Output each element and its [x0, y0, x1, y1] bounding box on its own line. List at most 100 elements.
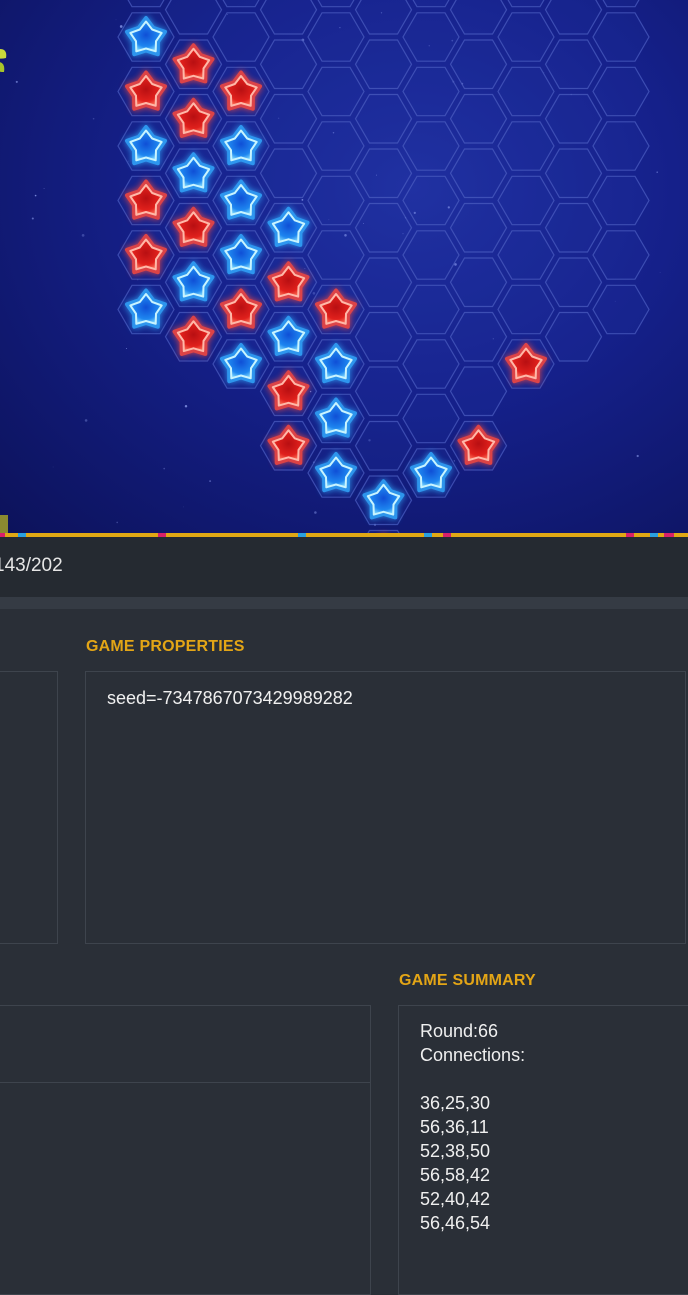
hex-cell[interactable]	[307, 66, 365, 117]
hex-grid	[15, 0, 661, 535]
hex-cell[interactable]	[402, 12, 460, 62]
connection-entry: 52,40,42	[420, 1189, 491, 1209]
hex-cell[interactable]	[403, 0, 459, 8]
hex-cell[interactable]	[354, 202, 413, 253]
sky-star	[119, 25, 123, 28]
hex-cell[interactable]	[544, 311, 603, 362]
hex-cell[interactable]	[592, 230, 650, 280]
hex-cell[interactable]	[449, 257, 508, 308]
hex-cell[interactable]	[354, 311, 413, 362]
sky-star	[163, 467, 166, 470]
connection-entry: 52,38,50	[420, 1141, 491, 1161]
hex-cell[interactable]	[307, 175, 365, 226]
hex-cell[interactable]	[354, 0, 413, 35]
sky-star	[52, 466, 54, 468]
hex-cell[interactable]	[354, 366, 413, 417]
hex-cell[interactable]	[259, 148, 318, 199]
left-panel	[0, 671, 58, 944]
round-value: Round:66	[420, 1021, 499, 1041]
hex-cell[interactable]	[259, 93, 318, 144]
panel-divider	[0, 1082, 370, 1083]
hex-cell[interactable]	[402, 393, 460, 444]
hex-cell[interactable]	[402, 339, 460, 389]
hex-cell[interactable]	[544, 39, 603, 90]
sky-star	[115, 19, 117, 21]
hex-cell[interactable]	[354, 39, 413, 90]
hex-cell[interactable]	[544, 202, 603, 253]
hex-cell[interactable]	[449, 202, 508, 253]
hex-cell[interactable]	[497, 175, 555, 226]
hex-cell[interactable]	[497, 284, 555, 335]
hex-cell[interactable]	[592, 175, 650, 226]
hex-cell[interactable]	[354, 257, 413, 308]
hex-cell[interactable]	[308, 0, 364, 8]
hex-cell[interactable]	[544, 257, 603, 308]
hex-cell[interactable]	[497, 12, 555, 62]
hex-cell[interactable]	[592, 66, 650, 117]
hex-cell[interactable]	[544, 148, 603, 199]
hex-cell[interactable]	[544, 93, 603, 144]
hex-cell[interactable]	[259, 39, 318, 90]
hex-cell[interactable]	[592, 121, 650, 171]
hex-cell[interactable]	[593, 0, 649, 8]
sky-star	[31, 217, 34, 220]
hex-cell[interactable]	[497, 66, 555, 117]
sky-star	[125, 347, 128, 350]
hex-cell[interactable]	[354, 148, 413, 199]
sky-star	[636, 454, 639, 458]
hex-cell[interactable]	[118, 0, 174, 8]
hex-cell[interactable]	[449, 39, 508, 90]
hex-cell[interactable]	[164, 0, 223, 35]
hex-cell[interactable]	[307, 121, 365, 171]
section-separator	[0, 597, 688, 609]
hex-cell[interactable]	[402, 230, 460, 280]
sky-star	[84, 419, 88, 422]
sky-star	[184, 405, 188, 408]
seed-value: seed=-7347867073429989282	[107, 688, 353, 708]
frame-counter: 143/202	[0, 555, 63, 576]
hex-cell[interactable]	[544, 0, 603, 35]
hex-cell[interactable]	[354, 93, 413, 144]
sky-star	[15, 80, 18, 83]
game-board	[0, 0, 688, 535]
sky-star	[209, 480, 212, 483]
hex-cell[interactable]	[213, 0, 269, 8]
hex-cell[interactable]	[259, 0, 318, 35]
hex-cell[interactable]	[402, 66, 460, 117]
leaf-icon	[0, 49, 7, 72]
hex-cell[interactable]	[449, 148, 508, 199]
connections-list: 36,25,30 56,36,11 52,38,50 56,58,42 52,40,42…	[420, 1091, 490, 1235]
bottom-left-panel	[0, 1005, 371, 1295]
hex-cell[interactable]	[497, 230, 555, 280]
sky-star	[92, 117, 95, 120]
hex-cell[interactable]	[449, 0, 508, 35]
hex-cell[interactable]	[307, 230, 365, 280]
sky-star	[34, 194, 37, 197]
hex-cell[interactable]	[402, 284, 460, 335]
sky-star	[81, 234, 85, 237]
hex-cell[interactable]	[592, 12, 650, 62]
hex-cell[interactable]	[592, 284, 650, 335]
hex-cell[interactable]	[449, 366, 508, 417]
connection-entry: 56,36,11	[420, 1117, 489, 1137]
hex-cell[interactable]	[449, 93, 508, 144]
sky-star	[183, 506, 184, 508]
sky-star	[43, 187, 45, 190]
hex-cell[interactable]	[307, 12, 365, 62]
sky-star	[656, 171, 658, 173]
sky-star	[659, 272, 661, 274]
game-summary-heading: GAME SUMMARY	[399, 972, 536, 989]
hex-cell[interactable]	[212, 12, 270, 62]
hex-cell[interactable]	[402, 175, 460, 226]
connection-entry: 56,46,54	[420, 1213, 491, 1233]
hex-cell[interactable]	[497, 121, 555, 171]
connection-entry: 36,25,30	[420, 1093, 491, 1113]
hex-cell[interactable]	[449, 311, 508, 362]
hex-cell[interactable]	[402, 121, 460, 171]
game-properties-panel	[85, 671, 686, 944]
sky-star	[453, 460, 455, 462]
hex-cell[interactable]	[498, 0, 554, 8]
hex-cell[interactable]	[354, 420, 413, 471]
connection-entry: 56,58,42	[420, 1165, 491, 1185]
sky-star	[301, 199, 304, 201]
